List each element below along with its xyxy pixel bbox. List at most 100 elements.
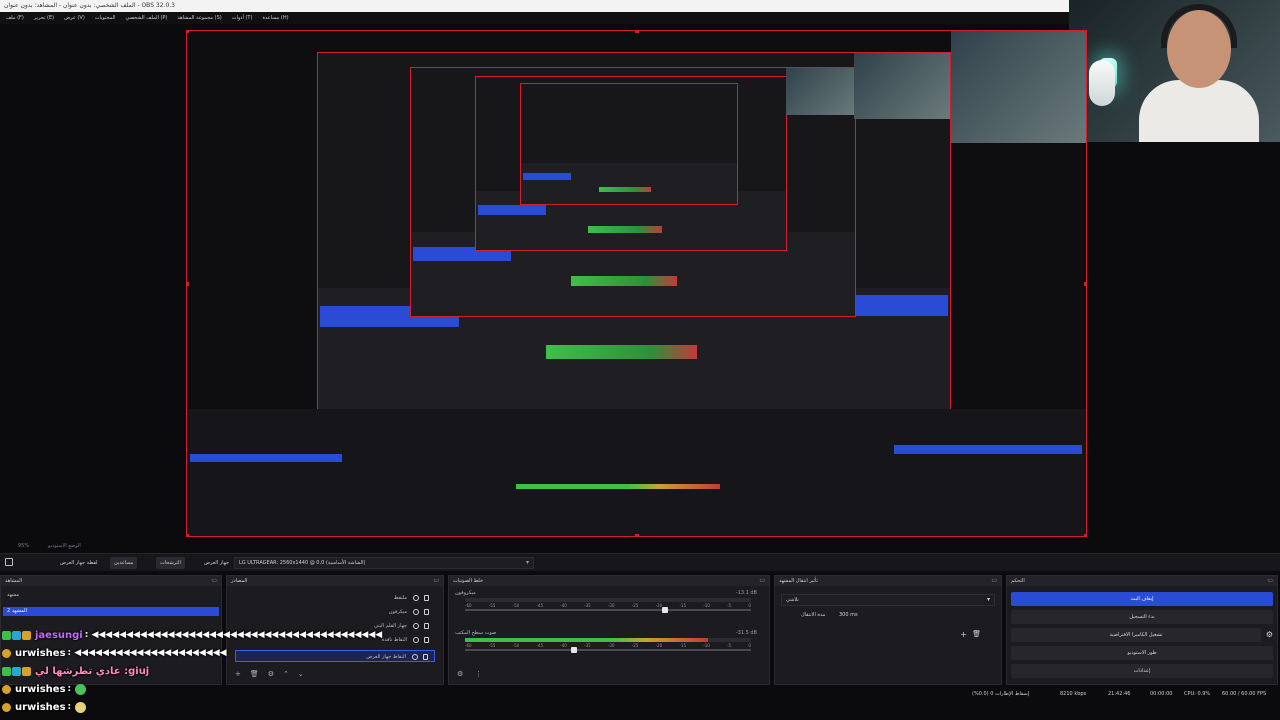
stop-streaming-button[interactable]: إيقاف البث [1011, 592, 1273, 606]
start-recording-button[interactable]: بدء التسجيل [1011, 610, 1273, 624]
mixer-tools[interactable]: ⚙︎⋮ [457, 670, 494, 678]
menu-view[interactable]: عرض (V) [64, 15, 85, 21]
tab-transitions[interactable]: الترشحات [156, 557, 185, 569]
dock-float-icon[interactable]: ▭ [1267, 576, 1273, 586]
dock-float-icon[interactable]: ▭ [991, 576, 997, 586]
resize-handle[interactable] [635, 534, 639, 536]
dock-float-icon[interactable]: ▭ [211, 576, 217, 586]
resize-handle[interactable] [187, 31, 189, 33]
chat-text: : ◀◀◀◀◀◀◀◀◀◀◀◀◀◀◀◀◀◀◀◀◀◀ [67, 648, 227, 658]
resize-handle[interactable] [187, 282, 189, 286]
badge-icon [2, 648, 11, 658]
lock-icon[interactable] [424, 595, 429, 601]
transition-duration-field[interactable]: 300 ms [839, 612, 858, 618]
trash-icon[interactable]: 🗑 [972, 630, 981, 638]
dock-title: التحكم ▭ [1007, 576, 1277, 586]
scene-item[interactable]: مشهد [3, 591, 219, 600]
dock-title: تأثير انتقال المشهد ▭ [775, 576, 1001, 586]
slider-knob[interactable] [662, 607, 669, 613]
resize-handle[interactable] [635, 31, 639, 33]
preview-canvas[interactable] [186, 30, 1087, 537]
scale-tick-label: -20 [655, 643, 663, 648]
scale-tick-label: -40 [560, 603, 567, 608]
settings-button[interactable]: إعدادات [1011, 664, 1273, 678]
cam-person-shirt [1139, 80, 1259, 142]
slider-knob[interactable] [570, 647, 577, 653]
lock-icon[interactable] [424, 609, 429, 615]
scene-item-active[interactable]: المشهد 2 [3, 607, 219, 616]
controls-dock: التحكم ▭ إيقاف البث بدء التسجيل تشغيل الك… [1006, 575, 1278, 685]
display-select[interactable]: LG ULTRAGEAR: 2560x1440 @ 0,0 (الشاشة ال… [234, 557, 534, 569]
scale-tick-label: -55 [488, 643, 496, 648]
scale-tick-label: -30 [607, 643, 615, 648]
eye-icon[interactable] [412, 654, 418, 660]
scale-tick-label: -30 [607, 603, 615, 608]
scale-tick-label: -25 [631, 603, 639, 608]
badge-icon [2, 684, 11, 694]
menu-scene-collection[interactable]: مجموعة المشاهد (S) [177, 15, 221, 21]
menu-edit[interactable]: تحرير (E) [34, 15, 54, 21]
tab-display-capture[interactable]: لقطة جهاز العرض [56, 557, 101, 569]
scale-tick-label: -5 [727, 603, 732, 608]
menu-docks[interactable]: المحتويات [95, 15, 116, 21]
meter-scale: -60 -55 -50 -45 -40 -35 -30 -25 -20 -15 -10 -5 0 [465, 643, 751, 648]
zoom-level[interactable]: 95% [18, 543, 29, 549]
tab-filters[interactable]: مساعدين [110, 557, 138, 569]
menu-help[interactable]: مساعدة (H) [262, 15, 288, 21]
eye-icon[interactable] [413, 623, 419, 629]
bitrate: 8210 kbps [1060, 691, 1087, 697]
monitor-icon [5, 558, 13, 566]
dock-float-icon[interactable]: ▭ [759, 576, 765, 586]
preview-toolbar: مساعدين الترشحات لقطة جهاز العرض جهاز ال… [0, 553, 1280, 571]
transition-select[interactable]: تلاشي ▾ [781, 594, 995, 606]
lock-icon[interactable] [424, 637, 429, 643]
lock-icon[interactable] [424, 623, 429, 629]
lock-icon[interactable] [423, 654, 428, 660]
badge-icon [12, 666, 21, 676]
scale-tick-label: -35 [584, 603, 591, 608]
webcam-feed [1069, 0, 1280, 142]
scale-tick-label: -60 [465, 643, 472, 648]
source-item[interactable]: ملتقط [235, 592, 435, 604]
add-icon[interactable]: + [960, 630, 967, 639]
chat-username: urwishes [15, 683, 66, 695]
scale-tick-label: -15 [679, 603, 686, 608]
badge-icon [2, 630, 11, 640]
scale-tick-label: -10 [703, 603, 710, 608]
audio-mixer-dock: خلط الصوتيات ▭ ميكروفون -13.1 dB -60 -55 -5… [448, 575, 770, 685]
scale-tick-label: -45 [536, 643, 544, 648]
volume-meter [465, 598, 751, 602]
emote-icon [75, 683, 87, 695]
eye-icon[interactable] [413, 595, 419, 601]
display-label: جهاز العرض [204, 560, 230, 566]
gear-icon[interactable]: ⚙ [1266, 630, 1273, 639]
resize-handle[interactable] [1084, 31, 1086, 33]
resize-handle[interactable] [1084, 534, 1086, 536]
studio-mode-button[interactable]: طور الاستوديو [1011, 646, 1273, 660]
resize-handle[interactable] [1084, 282, 1086, 286]
chat-username: jaesungi [35, 629, 83, 641]
scale-tick-label: -35 [584, 643, 591, 648]
menu-profile[interactable]: الملف الشخصي (P) [126, 15, 168, 21]
scale-tick-label: 0 [748, 643, 751, 648]
virtual-camera-button[interactable]: تشغيل الكاميرا الافتراضية [1011, 628, 1261, 642]
eye-icon[interactable] [413, 637, 419, 643]
obs-window: الملف الشخصي: بدون عنوان - المشاهد: بدون… [0, 0, 1280, 720]
eye-icon[interactable] [413, 609, 419, 615]
dock-float-icon[interactable]: ▭ [433, 576, 439, 586]
nested-capture-2 [410, 67, 856, 317]
dock-title: خلط الصوتيات ▭ [449, 576, 769, 586]
display-select-value: LG ULTRAGEAR: 2560x1440 @ 0,0 (الشاشة ال… [239, 560, 366, 566]
menu-tools[interactable]: أدوات (T) [232, 15, 253, 21]
dock-title: المشاهد ▭ [1, 576, 221, 586]
resize-handle[interactable] [187, 534, 189, 536]
scale-tick-label: 0 [748, 603, 751, 608]
mixer-channel-mic: ميكروفون -13.1 dB -60 -55 -50 -45 -40 -35 -30-… [455, 590, 761, 614]
menu-file[interactable]: ملف (F) [6, 15, 24, 21]
volume-slider[interactable] [465, 647, 751, 653]
preview-dock-capture [187, 409, 1086, 536]
chat-text: : [67, 684, 72, 694]
source-item[interactable]: ميكرفون [235, 606, 435, 618]
volume-slider[interactable] [465, 607, 751, 613]
chat-text: : [67, 702, 72, 712]
